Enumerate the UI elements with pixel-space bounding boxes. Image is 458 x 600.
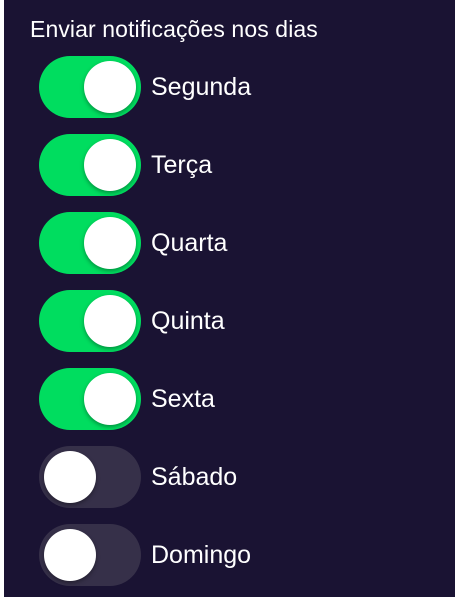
toggle-knob bbox=[84, 139, 136, 191]
day-label: Domingo bbox=[151, 540, 252, 569]
day-row-quarta: Quarta bbox=[39, 212, 439, 274]
toggle-domingo[interactable] bbox=[39, 524, 141, 586]
toggle-sabado[interactable] bbox=[39, 446, 141, 508]
day-row-segunda: Segunda bbox=[39, 56, 439, 118]
day-label: Terça bbox=[151, 150, 213, 179]
day-label: Sábado bbox=[151, 462, 238, 491]
day-label: Sexta bbox=[151, 384, 215, 413]
notification-days-panel: Enviar notificações nos dias Segunda Ter… bbox=[4, 0, 455, 597]
day-row-sabado: Sábado bbox=[39, 446, 439, 508]
day-label: Quarta bbox=[151, 228, 228, 257]
toggle-knob bbox=[84, 217, 136, 269]
toggle-quarta[interactable] bbox=[39, 212, 141, 274]
toggle-terca[interactable] bbox=[39, 134, 141, 196]
day-row-sexta: Sexta bbox=[39, 368, 439, 430]
toggle-knob bbox=[44, 451, 96, 503]
day-label: Quinta bbox=[151, 306, 225, 335]
toggle-segunda[interactable] bbox=[39, 56, 141, 118]
toggle-knob bbox=[84, 61, 136, 113]
day-label: Segunda bbox=[151, 72, 252, 101]
toggle-quinta[interactable] bbox=[39, 290, 141, 352]
toggle-sexta[interactable] bbox=[39, 368, 141, 430]
toggle-knob bbox=[44, 529, 96, 581]
day-row-terca: Terça bbox=[39, 134, 439, 196]
day-row-domingo: Domingo bbox=[39, 524, 439, 586]
toggle-knob bbox=[84, 373, 136, 425]
day-toggle-list: Segunda Terça Quarta Quinta Sexta Sábado… bbox=[39, 56, 439, 586]
section-title: Enviar notificações nos dias bbox=[30, 16, 318, 42]
toggle-knob bbox=[84, 295, 136, 347]
day-row-quinta: Quinta bbox=[39, 290, 439, 352]
